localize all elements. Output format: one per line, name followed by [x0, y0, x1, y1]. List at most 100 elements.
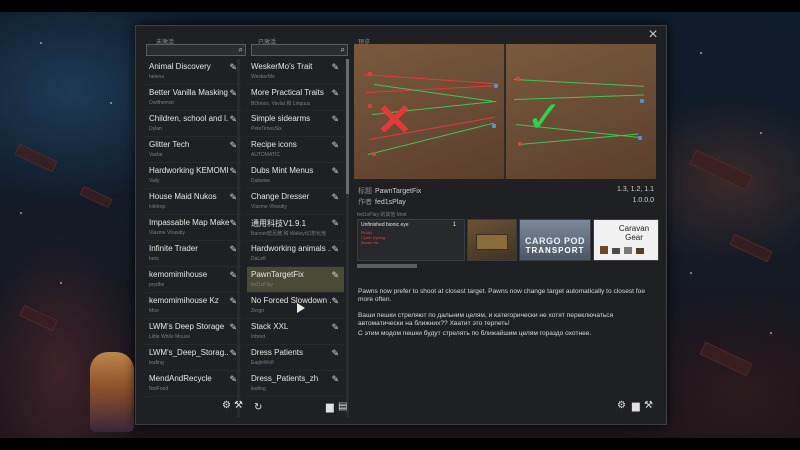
mod-list-item[interactable]: 通用科技V1.9.1 Banner欧尼酱 和 Walley/幻想化他 ✎ [247, 215, 344, 241]
mod-list-item[interactable]: Stack XXL Inbred ✎ [247, 319, 344, 345]
mod-name: WeskerMo's Trait [251, 62, 313, 71]
cross-mark-icon: ✕ [376, 96, 413, 145]
mod-author: WeskerMo [251, 74, 275, 80]
related-mod-thumb-caravan-gear[interactable]: Caravan Gear [593, 219, 659, 261]
search-icon[interactable]: ⌕ [341, 45, 345, 55]
mod-list-item[interactable]: kemomimihouse Kz Moo ✎ [145, 293, 242, 319]
mod-list-item[interactable]: Animal Discovery helena ✎ [145, 59, 242, 85]
mod-author: helena [149, 74, 165, 80]
wrench-icon[interactable]: ✎ [331, 218, 339, 229]
mod-author: Vaily [149, 178, 160, 184]
game-versions: 1.3, 1.2, 1.1 [617, 186, 654, 193]
wrench-icon[interactable]: ✎ [229, 192, 237, 203]
wrench-icon[interactable]: ✎ [229, 140, 237, 151]
mod-list-item[interactable]: Glitter Tech Vavlat ✎ [145, 137, 242, 163]
check-mark-icon: ✓ [526, 93, 563, 142]
folder-icon[interactable]: ▆ [632, 402, 640, 412]
mod-author: beto [149, 256, 159, 262]
wrench-icon[interactable]: ✎ [331, 140, 339, 151]
wrench-icon[interactable]: ✎ [229, 348, 237, 359]
mod-author: Vavlat [149, 152, 163, 158]
wrench-icon[interactable]: ✎ [229, 270, 237, 281]
wrench-icon[interactable]: ✎ [331, 88, 339, 99]
description-english: Pawns now prefer to shoot at closest tar… [358, 288, 645, 304]
mod-author: Moo [149, 308, 159, 314]
mod-author: prydhe [149, 282, 165, 288]
wrench-icon[interactable]: ✎ [229, 322, 237, 333]
mod-name: Recipe icons [251, 140, 297, 149]
mod-list-item[interactable]: Simple sidearms PeteTimesSix ✎ [247, 111, 344, 137]
mod-list-item[interactable]: Hardworking KEMOMI... Vaily ✎ [145, 163, 242, 189]
wrench-icon[interactable]: ✎ [229, 114, 237, 125]
inactive-search-box: ⌕ [146, 44, 246, 62]
document-icon[interactable]: ▤ [338, 402, 347, 412]
letterbox-top [0, 0, 800, 12]
wrench-icon[interactable]: ✎ [331, 114, 339, 125]
related-mod-thumb-cargo-pod[interactable]: CARGO POD TRANSPORT [519, 219, 591, 261]
mod-name: More Practical Traits [251, 88, 324, 97]
mod-list-item[interactable]: More Practical Traits BOnnxx, Vavlat 和 Li… [247, 85, 344, 111]
settings-icon[interactable]: ⚙ [222, 401, 231, 411]
folder-icon[interactable]: ▆ [326, 403, 334, 413]
refresh-icon[interactable]: ↻ [254, 403, 262, 413]
mod-author: Vlaxme Vlrasdiy [149, 230, 185, 236]
related-mods-scrollbar[interactable] [357, 264, 417, 268]
mod-author: fed1sPlay [251, 282, 273, 288]
mod-list-item[interactable]: LWM's_Deep_Storag... leafing ✎ [145, 345, 242, 371]
mod-list-item[interactable]: Recipe icons AUTOMATIC ✎ [247, 137, 344, 163]
wrench-icon[interactable]: ✎ [331, 62, 339, 73]
mod-list-item[interactable]: Better Vanilla Masking Owlthemist ✎ [145, 85, 242, 111]
wrench-icon[interactable]: ✎ [229, 88, 237, 99]
wrench-icon[interactable]: ✎ [229, 166, 237, 177]
wrench-icon[interactable]: ✎ [229, 62, 237, 73]
mod-list-item[interactable]: Hardworking animals ... DaLeft ✎ [247, 241, 344, 267]
mod-author: BOnnxx, Vavlat 和 Linguus [251, 101, 311, 107]
mod-list-item[interactable]: House Maid Nukos lolidrop ✎ [145, 189, 242, 215]
mod-author: Vlaxme Vlrasdiy [251, 204, 287, 210]
wrench-icon[interactable]: ✎ [331, 348, 339, 359]
mod-name: No Forced Slowdown ... [251, 296, 331, 305]
wrench-icon[interactable]: ✎ [229, 218, 237, 229]
mod-list-item[interactable]: Impassable Map Maker Vlaxme Vlrasdiy ✎ [145, 215, 242, 241]
settings-icon[interactable]: ⚙ [617, 401, 626, 411]
wrench-tools-icon[interactable]: ⚒ [234, 401, 243, 411]
wrench-icon[interactable]: ✎ [331, 322, 339, 333]
mod-list-item[interactable]: Infinite Trader beto ✎ [145, 241, 242, 267]
mod-title-row: 标题 PawnTargetFix [358, 188, 422, 195]
related-mod-thumb-2[interactable] [467, 219, 517, 261]
mod-author: leafing [251, 386, 266, 392]
related-mod-thumb-1[interactable]: Unfinished bionic eye 1 Rt.Md Cyber Eyei… [357, 219, 465, 261]
wrench-icon[interactable]: ✎ [331, 296, 339, 307]
mod-list-item[interactable]: No Forced Slowdown ... Zergo ✎ [247, 293, 344, 319]
active-scrollbar-thumb[interactable] [346, 59, 349, 194]
mod-list-item[interactable]: Children, school and l... Dylan ✎ [145, 111, 242, 137]
close-icon[interactable]: × [646, 27, 660, 43]
mod-list-item[interactable]: WeskerMo's Trait WeskerMo ✎ [247, 59, 344, 85]
inactive-scrollbar[interactable] [237, 59, 240, 417]
mod-list-item[interactable]: Dress Patients EagleWolf ✎ [247, 345, 344, 371]
wrench-icon[interactable]: ✎ [331, 166, 339, 177]
mod-list-item[interactable]: LWM's Deep Storage Little White Mouse ✎ [145, 319, 242, 345]
active-mod-list: WeskerMo's Trait WeskerMo ✎ More Practical … [247, 59, 344, 419]
mod-author: Banner欧尼酱 和 Walley/幻想化他 [251, 231, 327, 237]
wrench-icon[interactable]: ✎ [229, 296, 237, 307]
mod-list-item[interactable]: PawnTargetFix fed1sPlay ✎ [247, 267, 344, 293]
mod-list-item[interactable]: Dress_Patients_zh leafing ✎ [247, 371, 344, 397]
wrench-icon[interactable]: ✎ [331, 192, 339, 203]
related-mods-label: fed1sPlay 的其他 Mod [357, 212, 407, 218]
wrench-icon[interactable]: ✎ [331, 270, 339, 281]
mod-list-item[interactable]: MendAndRecycle NotFood ✎ [145, 371, 242, 397]
wrench-icon[interactable]: ✎ [331, 244, 339, 255]
search-icon[interactable]: ⌕ [239, 45, 243, 55]
wrench-icon[interactable]: ✎ [331, 374, 339, 385]
wrench-icon[interactable]: ✎ [229, 244, 237, 255]
mod-name: Impassable Map Maker [149, 218, 229, 227]
mod-list-item[interactable]: kemomimihouse prydhe ✎ [145, 267, 242, 293]
play-icon[interactable] [297, 303, 305, 313]
mod-author: Dubwise [251, 178, 271, 184]
mod-list-item[interactable]: Dubs Mint Menus Dubwise ✎ [247, 163, 344, 189]
active-scrollbar[interactable] [346, 59, 349, 417]
mod-list-item[interactable]: Change Dresser Vlaxme Vlrasdiy ✎ [247, 189, 344, 215]
wrench-tools-icon[interactable]: ⚒ [644, 401, 653, 411]
wrench-icon[interactable]: ✎ [229, 374, 237, 385]
